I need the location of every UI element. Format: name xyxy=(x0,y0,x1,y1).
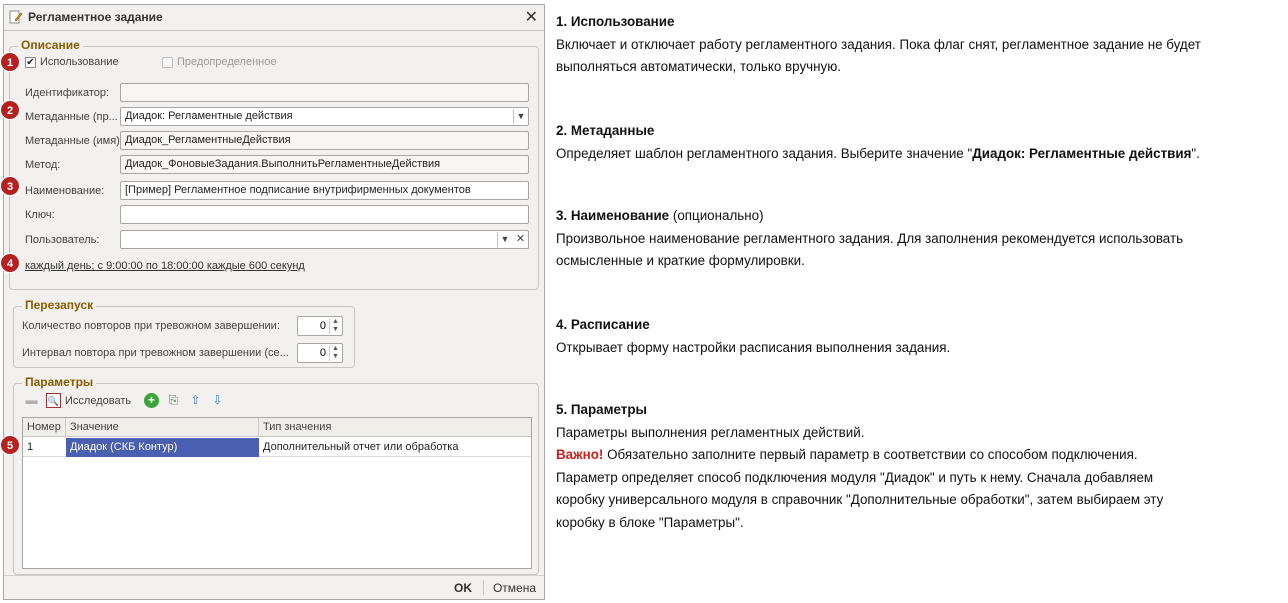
investigate-icon[interactable]: 🔍 xyxy=(46,393,61,408)
stepper-arrows-icon[interactable]: ▲ ▼ xyxy=(329,345,341,361)
metadata-name-label: Метаданные (имя): xyxy=(25,135,123,147)
use-checkbox[interactable]: ✔ xyxy=(25,57,36,68)
footer-divider xyxy=(483,580,484,595)
identifier-label: Идентификатор: xyxy=(25,87,110,99)
user-label: Пользователь: xyxy=(25,234,100,246)
name-field[interactable]: [Пример] Регламентное подписание внутриф… xyxy=(120,181,529,200)
schedule-link[interactable]: каждый день; с 9:00:00 по 18:00:00 кажды… xyxy=(25,260,305,272)
move-down-icon[interactable]: ⇩ xyxy=(210,393,225,408)
metadata-name-field[interactable]: Диадок_РегламентныеДействия xyxy=(120,131,529,150)
help-section-3: 3. Наименование (опционально) Произвольн… xyxy=(556,205,1284,273)
predefined-checkbox[interactable] xyxy=(162,57,173,68)
help-text-fragment: Определяет шаблон регламентного задания.… xyxy=(556,145,973,161)
stepper-arrows-icon[interactable]: ▲ ▼ xyxy=(329,318,341,334)
help-text: Включает и отключает работу регламентног… xyxy=(556,36,1201,52)
title-bar: Регламентное задание ✕ xyxy=(4,5,544,31)
predefined-label: Предопределенное xyxy=(177,56,277,68)
help-text: коробку универсального модуля в справочн… xyxy=(556,492,1164,508)
row-type-cell[interactable]: Дополнительный отчет или обработка xyxy=(259,438,531,457)
name-label: Наименование: xyxy=(25,185,105,197)
table-row[interactable]: 1 Диадок (СКБ Контур) Дополнительный отч… xyxy=(23,438,531,457)
metadata-value: Диадок: Регламентные действия xyxy=(125,110,293,122)
document-edit-icon xyxy=(9,10,23,24)
method-label: Метод: xyxy=(25,159,61,171)
retry-interval-value: 0 xyxy=(319,347,326,359)
retry-interval-stepper[interactable]: 0 ▲ ▼ xyxy=(297,343,343,363)
help-heading-suffix: (опционально) xyxy=(669,208,764,223)
params-group-title: Параметры xyxy=(22,375,97,389)
callout-badge-5: 5 xyxy=(0,435,20,455)
row-value-cell[interactable]: Диадок (СКБ Контур) xyxy=(66,438,259,457)
scheduled-job-dialog: Регламентное задание ✕ Описание ✔ Исполь… xyxy=(3,4,545,600)
help-text-bold: Диадок: Регламентные действия xyxy=(972,145,1192,161)
help-warning-label: Важно! xyxy=(556,447,604,463)
params-table[interactable]: Номер Значение Тип значения 1 Диадок (СК… xyxy=(22,417,532,569)
callout-badge-3: 3 xyxy=(0,176,20,196)
method-field[interactable]: Диадок_ФоновыеЗадания.ВыполнитьРегламент… xyxy=(120,155,529,174)
retry-interval-label: Интервал повтора при тревожном завершени… xyxy=(22,347,289,359)
move-up-icon[interactable]: ⇧ xyxy=(188,393,203,408)
help-text: коробку в блоке "Параметры". xyxy=(556,514,744,530)
user-select[interactable]: ▼ ✕ xyxy=(120,230,529,249)
help-heading-schedule: 4. Расписание xyxy=(556,317,650,332)
retry-count-value: 0 xyxy=(319,320,326,332)
help-heading-metadata: 2. Метаданные xyxy=(556,123,655,138)
params-table-header: Номер Значение Тип значения xyxy=(23,418,531,437)
key-label: Ключ: xyxy=(25,209,55,221)
investigate-button[interactable]: Исследовать xyxy=(65,395,131,407)
help-section-5: 5. Параметры Параметры выполнения реглам… xyxy=(556,399,1284,535)
chevron-down-icon[interactable]: ▼ xyxy=(497,232,512,247)
window-title: Регламентное задание xyxy=(28,10,163,24)
help-text-fragment: Обязательно заполните первый параметр в … xyxy=(603,447,1138,463)
help-heading-name-row: 3. Наименование (опционально) xyxy=(556,205,1284,228)
help-text: осмысленные и краткие формулировки. xyxy=(556,253,805,269)
help-text: Произвольное наименование регламентного … xyxy=(556,230,1184,246)
help-section-4: 4. Расписание Открывает форму настройки … xyxy=(556,314,1284,359)
help-text-fragment: ". xyxy=(1191,145,1200,161)
help-text: Определяет шаблон регламентного задания.… xyxy=(556,143,1284,166)
close-button[interactable]: ✕ xyxy=(525,7,538,27)
retry-count-label: Количество повторов при тревожном заверш… xyxy=(22,320,280,332)
callout-badge-4: 4 xyxy=(0,253,20,273)
column-header-number[interactable]: Номер xyxy=(23,418,66,437)
retry-count-stepper[interactable]: 0 ▲ ▼ xyxy=(297,316,343,336)
metadata-select[interactable]: Диадок: Регламентные действия ▼ xyxy=(120,107,529,126)
row-number-cell[interactable]: 1 xyxy=(23,438,66,457)
use-label: Использование xyxy=(40,56,119,68)
cancel-button[interactable]: Отмена xyxy=(493,581,536,595)
help-text: выполняться автоматически, только вручну… xyxy=(556,59,841,75)
description-group-title: Описание xyxy=(18,38,83,52)
help-heading-params: 5. Параметры xyxy=(556,402,647,417)
help-heading-name: 3. Наименование xyxy=(556,208,670,223)
ok-button[interactable]: OK xyxy=(454,581,472,595)
column-header-type[interactable]: Тип значения xyxy=(259,418,531,437)
add-icon[interactable]: + xyxy=(144,393,159,408)
help-text: Параметр определяет способ подключения м… xyxy=(556,469,1154,485)
dialog-footer: OK Отмена xyxy=(4,575,544,599)
restart-group-title: Перезапуск xyxy=(22,298,97,312)
metadata-label: Метаданные (пр... xyxy=(25,111,118,123)
callout-badge-1: 1 xyxy=(0,52,20,72)
identifier-field[interactable] xyxy=(120,83,529,102)
key-field[interactable] xyxy=(120,205,529,224)
help-warning-row: Важно! Обязательно заполните первый пара… xyxy=(556,444,1284,467)
help-text: Параметры выполнения регламентных действ… xyxy=(556,424,865,440)
help-heading-usage: 1. Использование xyxy=(556,14,675,29)
clear-icon[interactable]: ✕ xyxy=(513,232,528,247)
copy-icon[interactable]: ⎘ xyxy=(166,393,181,408)
callout-badge-2: 2 xyxy=(0,100,20,120)
help-section-2: 2. Метаданные Определяет шаблон регламен… xyxy=(556,120,1284,165)
edit-disabled-icon[interactable]: ▬ xyxy=(24,393,39,408)
chevron-down-icon[interactable]: ▼ xyxy=(513,109,528,124)
help-section-1: 1. Использование Включает и отключает ра… xyxy=(556,11,1284,79)
column-header-value[interactable]: Значение xyxy=(66,418,259,437)
help-text: Открывает форму настройки расписания вып… xyxy=(556,339,951,355)
